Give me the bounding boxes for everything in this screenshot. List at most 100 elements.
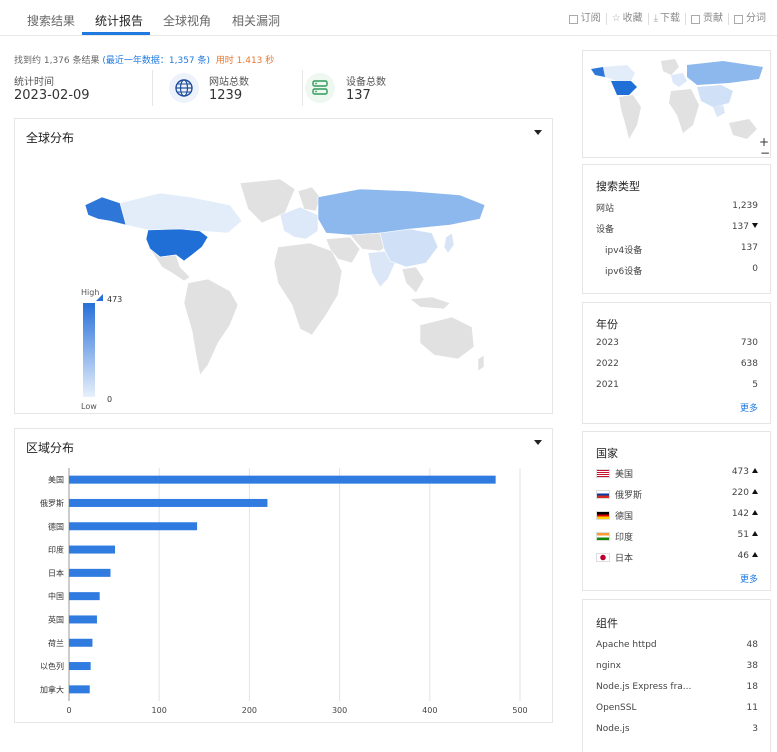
row-label: 2022 [596, 359, 619, 369]
y-tick-label: 美国 [48, 475, 64, 485]
bar[interactable] [69, 615, 97, 624]
row-value: 473 [731, 467, 749, 477]
divider [302, 70, 303, 106]
y-tick-label: 印度 [48, 545, 64, 555]
x-tick-label: 0 [66, 706, 71, 715]
region-bar-chart: 0 100 200 300 400 500 美国俄罗斯德国印度日本中国英国荷兰以色列加拿大 [40, 468, 528, 715]
bar[interactable] [69, 498, 268, 507]
component-row[interactable]: OpenSSL 11 [596, 703, 758, 717]
component-row[interactable]: Node.js 3 [596, 724, 758, 738]
filter-row-device[interactable]: 设备 137 [596, 222, 758, 236]
row-label: 印度 [615, 533, 634, 543]
trend-up-icon [752, 489, 758, 494]
filter-row-ipv6[interactable]: ipv6设备 0 [605, 264, 758, 278]
y-tick-label: 以色列 [40, 661, 64, 671]
row-label: ipv6设备 [605, 267, 643, 277]
bar[interactable] [69, 475, 496, 484]
row-value: 48 [746, 640, 758, 650]
bar[interactable] [69, 592, 100, 601]
expand-down-icon[interactable] [752, 223, 758, 228]
region-distribution-title: 区域分布 [26, 441, 75, 455]
country-title: 国家 [596, 447, 618, 460]
component-row[interactable]: Apache httpd 48 [596, 640, 758, 654]
legend-color-scale[interactable] [83, 303, 95, 397]
tokenize-button[interactable]: 分词 [728, 13, 771, 25]
bar[interactable] [69, 522, 198, 531]
divider [152, 70, 153, 106]
subscribe-label: 订阅 [580, 13, 601, 24]
bar[interactable] [69, 545, 116, 554]
caret-down-icon[interactable] [534, 130, 542, 135]
x-tick-label: 500 [512, 706, 527, 715]
tab-statistics-report[interactable]: 统计报告 [95, 12, 143, 29]
legend-slider-handle[interactable] [96, 294, 103, 301]
tab-search-results[interactable]: 搜索结果 [27, 12, 75, 29]
elapsed-time: 用时 1.413 秒 [215, 56, 275, 66]
stat-time-label: 统计时间 [14, 77, 54, 88]
server-icon [305, 73, 335, 103]
us-flag-icon [596, 469, 610, 478]
year-panel: 年份 2023 730 2022 638 2021 5 更多 [582, 302, 771, 424]
year-more-link[interactable]: 更多 [740, 401, 758, 414]
bar[interactable] [69, 568, 111, 577]
row-label: 网站 [596, 204, 615, 214]
filter-row-ipv4[interactable]: ipv4设备 137 [605, 243, 758, 257]
row-value: 51 [737, 530, 749, 540]
row-label: Node.js [596, 724, 630, 734]
favorite-button[interactable]: ☆ 收藏 [605, 13, 648, 25]
row-value: 220 [731, 488, 749, 498]
stat-time-value: 2023-02-09 [14, 88, 90, 103]
stat-sites-value: 1239 [209, 88, 243, 103]
subscribe-button[interactable]: 订阅 [564, 13, 606, 25]
x-tick-label: 400 [422, 706, 437, 715]
row-label: ipv4设备 [605, 246, 643, 256]
mini-world-map[interactable] [583, 51, 771, 158]
year-row[interactable]: 2023 730 [596, 338, 758, 352]
stat-sites-label: 网站总数 [209, 77, 249, 88]
global-distribution-title: 全球分布 [26, 131, 75, 145]
country-row-russia[interactable]: 俄罗斯 220 [596, 488, 758, 502]
download-icon: ⤓ [653, 13, 658, 24]
row-label: 2021 [596, 380, 619, 390]
component-title: 组件 [596, 617, 618, 630]
row-value: 137 [740, 243, 758, 253]
contribute-button[interactable]: 贡献 [685, 13, 728, 25]
year-row[interactable]: 2021 5 [596, 380, 758, 394]
country-row-india[interactable]: 印度 51 [596, 530, 758, 544]
trend-up-icon [752, 510, 758, 515]
component-row[interactable]: nginx 38 [596, 661, 758, 675]
action-toolbar: 订阅 ☆ 收藏 ⤓ 下载 贡献 分词 [564, 13, 771, 25]
country-row-us[interactable]: 美国 473 [596, 467, 758, 481]
country-row-germany[interactable]: 德国 142 [596, 509, 758, 523]
row-value: 5 [752, 380, 758, 390]
row-value: 46 [737, 551, 749, 561]
row-label: Apache httpd [596, 640, 657, 650]
country-more-link[interactable]: 更多 [740, 572, 758, 585]
bar[interactable] [69, 685, 90, 694]
caret-down-icon[interactable] [534, 440, 542, 445]
bar[interactable] [69, 638, 93, 647]
component-row[interactable]: Node.js Express fra... 18 [596, 682, 758, 696]
country-row-japan[interactable]: 日本 46 [596, 551, 758, 565]
filter-row-website[interactable]: 网站 1,239 [596, 201, 758, 215]
row-label: OpenSSL [596, 703, 637, 713]
search-type-title: 搜索类型 [596, 180, 640, 193]
star-icon: ☆ [611, 13, 621, 24]
tab-related-vulnerabilities[interactable]: 相关漏洞 [232, 12, 280, 29]
row-value: 38 [746, 661, 758, 671]
active-tab-indicator [82, 32, 150, 35]
zoom-out-button[interactable]: − [760, 146, 770, 157]
legend-max-value: 473 [107, 295, 123, 304]
trend-up-icon [752, 468, 758, 473]
germany-flag-icon [596, 511, 610, 520]
row-label: 2023 [596, 338, 619, 348]
download-button[interactable]: ⤓ 下载 [647, 13, 685, 25]
stat-devices-value: 137 [346, 88, 371, 103]
bar[interactable] [69, 662, 91, 671]
row-value: 142 [731, 509, 749, 519]
tab-global-view[interactable]: 全球视角 [163, 12, 211, 29]
row-label: Node.js Express fra... [596, 682, 692, 692]
y-tick-label: 德国 [48, 521, 64, 531]
year-row[interactable]: 2022 638 [596, 359, 758, 373]
y-tick-label: 日本 [48, 568, 64, 578]
